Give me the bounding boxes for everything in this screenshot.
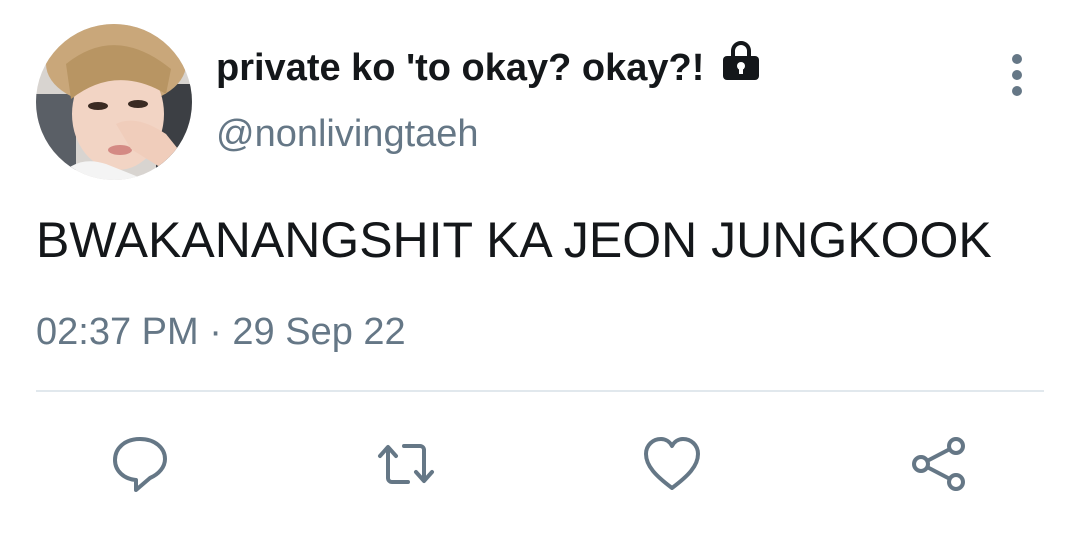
display-name[interactable]: private ko 'to okay? okay?!	[216, 44, 704, 92]
avatar[interactable]	[36, 24, 192, 180]
share-button[interactable]	[908, 434, 968, 494]
user-handle[interactable]: @nonlivingtaeh	[216, 110, 479, 158]
like-button[interactable]	[642, 434, 702, 494]
more-vertical-icon[interactable]	[1000, 52, 1034, 98]
share-icon	[912, 437, 965, 491]
retweet-button[interactable]	[376, 434, 436, 494]
reply-button[interactable]	[110, 434, 170, 494]
reply-icon	[113, 437, 167, 492]
lock-icon	[720, 40, 762, 82]
heart-icon	[644, 437, 700, 490]
retweet-icon	[378, 444, 434, 484]
tweet-text: BWAKANANGSHIT KA JEON JUNGKOOK	[36, 212, 992, 268]
tweet-timestamp[interactable]: 02:37 PM · 29 Sep 22	[36, 308, 406, 356]
divider	[36, 390, 1044, 392]
